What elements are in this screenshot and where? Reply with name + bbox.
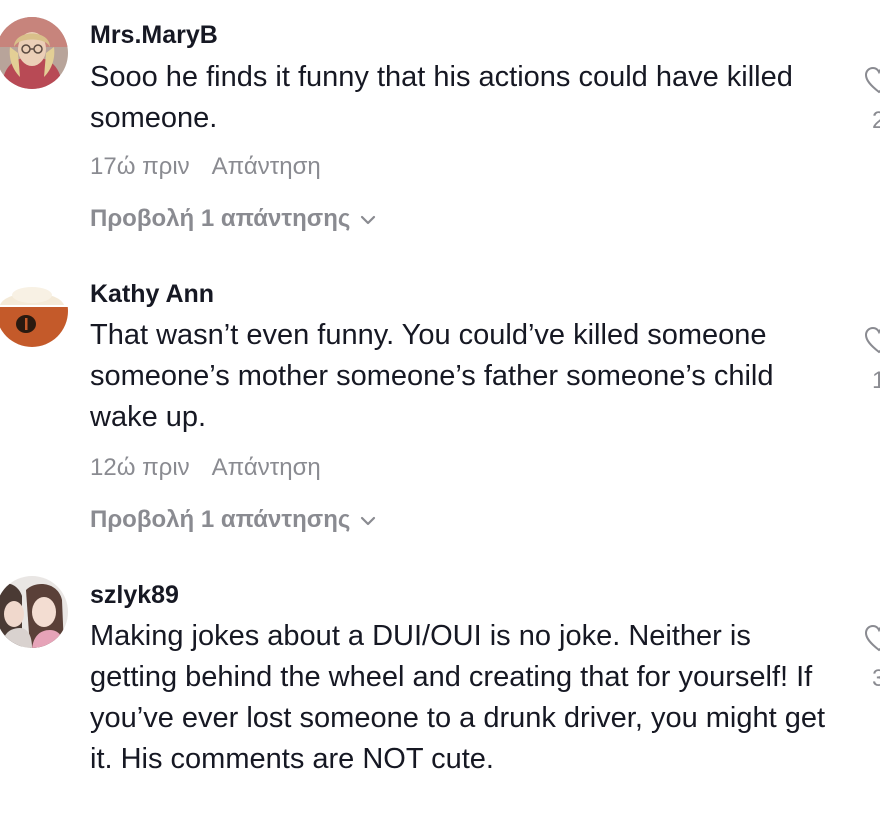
reply-button[interactable]: Απάντηση bbox=[212, 153, 321, 180]
heart-outline-icon bbox=[864, 66, 880, 94]
avatar[interactable] bbox=[0, 275, 68, 347]
chevron-down-icon bbox=[361, 516, 376, 525]
user-photo-avatar-icon bbox=[0, 17, 68, 89]
heart-outline-icon bbox=[864, 624, 880, 652]
avatar[interactable] bbox=[0, 17, 68, 89]
heart-outline-icon bbox=[864, 326, 880, 354]
chevron-down-icon bbox=[361, 215, 376, 224]
comment-text: Sooo he finds it funny that his actions … bbox=[90, 61, 793, 134]
like-button[interactable]: 1 bbox=[860, 322, 880, 402]
comment-timestamp: 17ώ πριν bbox=[90, 153, 190, 180]
like-button[interactable]: 3 bbox=[860, 620, 880, 700]
comment-text: Making jokes about a DUI/OUI is no joke.… bbox=[90, 620, 826, 775]
avatar[interactable] bbox=[0, 576, 68, 648]
comment-author[interactable]: Kathy Ann bbox=[90, 279, 214, 309]
view-replies-button[interactable]: Προβολή 1 απάντησης bbox=[90, 505, 376, 535]
view-replies-label: Προβολή 1 απάντησης bbox=[90, 506, 351, 533]
comment-timestamp: 12ώ πριν bbox=[90, 454, 190, 481]
comment-author[interactable]: szlyk89 bbox=[90, 580, 179, 610]
two-girls-photo-avatar-icon bbox=[0, 576, 68, 648]
reply-button[interactable]: Απάντηση bbox=[212, 454, 321, 481]
comment-author[interactable]: Mrs.MaryB bbox=[90, 20, 218, 50]
view-replies-button[interactable]: Προβολή 1 απάντησης bbox=[90, 204, 376, 234]
comment-meta: 12ώ πριν Απάντηση bbox=[90, 453, 321, 483]
like-button[interactable]: 2 bbox=[860, 62, 880, 142]
coffee-cup-avatar-icon bbox=[0, 275, 68, 347]
comment-text: That wasn’t even funny. You could’ve kil… bbox=[90, 319, 774, 433]
like-count: 3 bbox=[872, 665, 880, 692]
view-replies-label: Προβολή 1 απάντησης bbox=[90, 205, 351, 232]
comment-meta: 17ώ πριν Απάντηση bbox=[90, 152, 321, 182]
like-count: 1 bbox=[872, 367, 880, 394]
like-count: 2 bbox=[872, 107, 880, 134]
